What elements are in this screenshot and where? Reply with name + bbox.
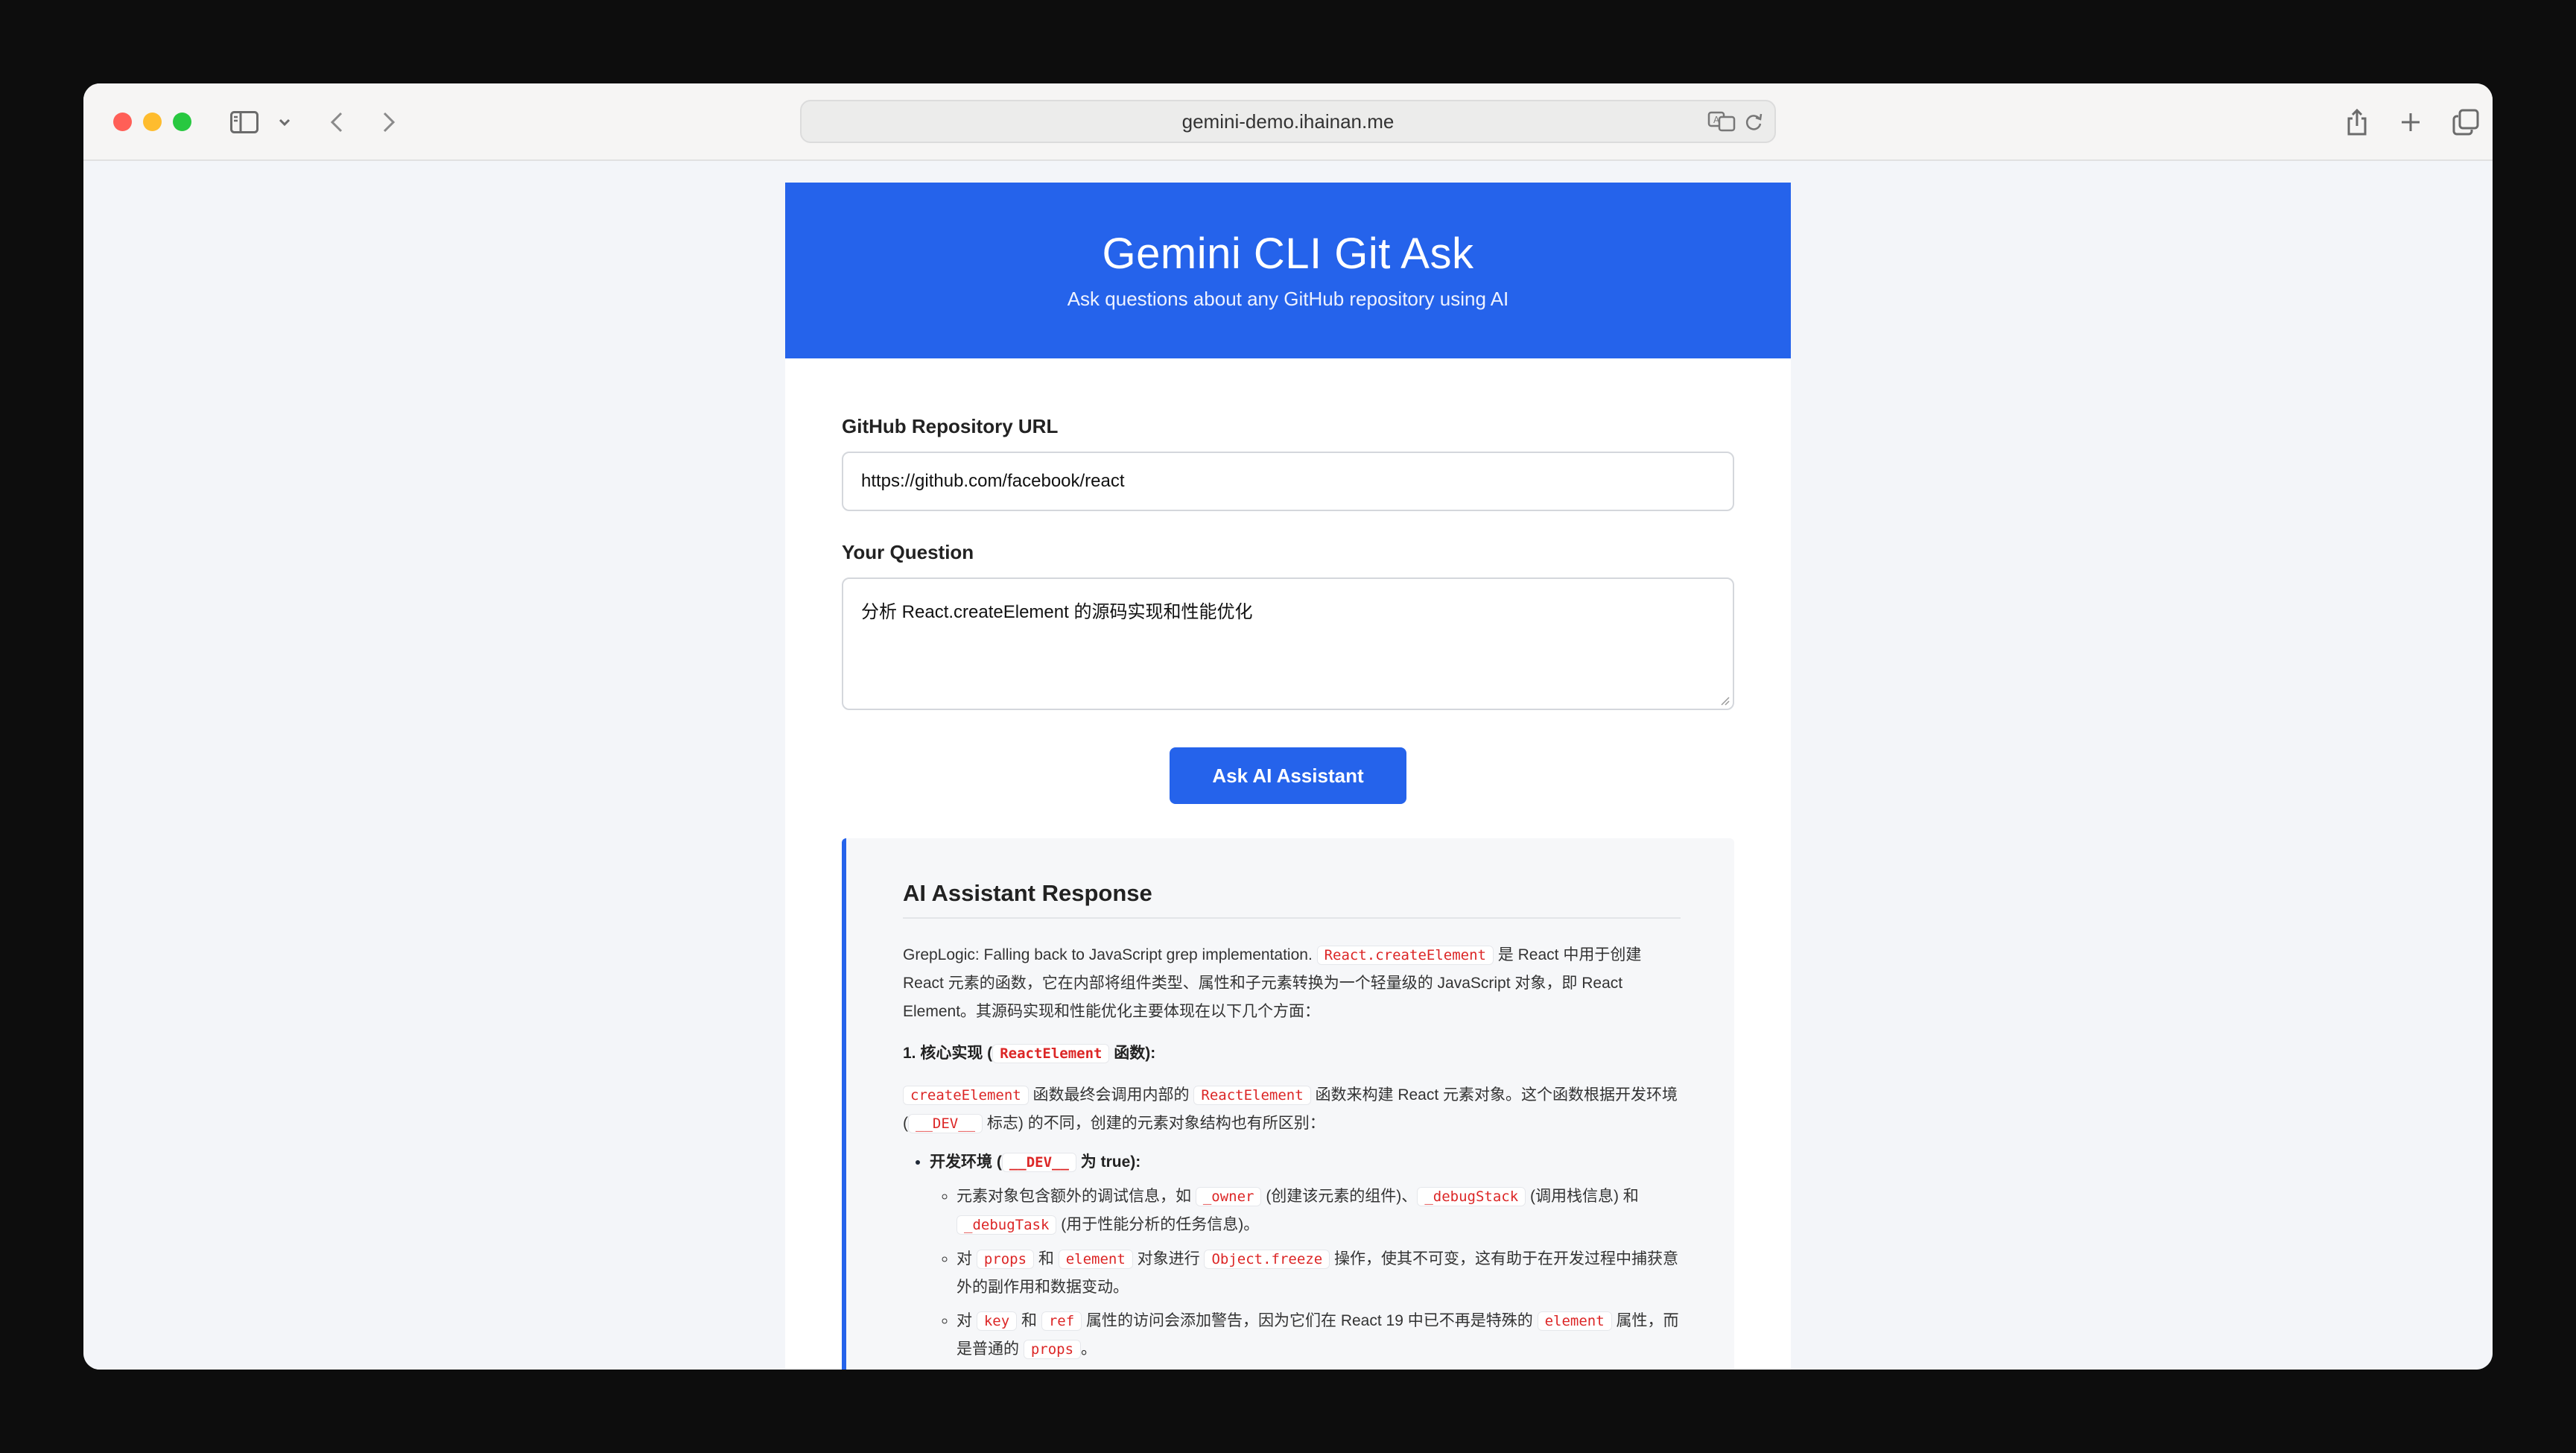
repo-url-input[interactable]: https://github.com/facebook/react	[842, 452, 1734, 511]
question-value: 分析 React.createElement 的源码实现和性能优化	[861, 602, 1253, 622]
page-viewport: Gemini CLI Git Ask Ask questions about a…	[83, 162, 2493, 1370]
inline-code: React.createElement	[1316, 946, 1494, 965]
browser-toolbar: gemini-demo.ihainan.me A	[83, 83, 2493, 161]
share-icon[interactable]	[2341, 106, 2373, 139]
address-bar[interactable]: gemini-demo.ihainan.me A	[800, 100, 1776, 143]
inline-code: element	[1058, 1250, 1133, 1269]
tabs-icon[interactable]	[2449, 106, 2482, 139]
app-subtitle: Ask questions about any GitHub repositor…	[1067, 288, 1509, 310]
list-item-dev-env: 开发环境 (__DEV__ 为 true): 元素对象包含额外的调试信息，如 _…	[930, 1148, 1681, 1364]
inline-code: props	[976, 1250, 1035, 1269]
close-window-button[interactable]	[113, 113, 132, 131]
inline-code: ReactElement	[1193, 1086, 1311, 1105]
inline-code: _owner	[1195, 1187, 1262, 1206]
inline-code: key	[976, 1311, 1018, 1331]
minimize-window-button[interactable]	[143, 113, 162, 131]
section-heading-core-impl: 1. 核心实现 (ReactElement 函数):	[903, 1044, 1156, 1063]
inline-code: _debugStack	[1417, 1187, 1526, 1206]
sub-list-item: 元素对象包含额外的调试信息，如 _owner (创建该元素的组件)、_debug…	[957, 1183, 1681, 1239]
response-paragraph: createElement 函数最终会调用内部的 ReactElement 函数…	[903, 1086, 1678, 1133]
url-text: gemini-demo.ihainan.me	[1181, 110, 1395, 133]
inline-code: _debugTask	[957, 1215, 1057, 1235]
response-intro: GrepLogic: Falling back to JavaScript gr…	[903, 946, 1642, 1020]
inline-code: ReactElement	[992, 1044, 1110, 1063]
inline-code: createElement	[903, 1086, 1029, 1105]
repo-url-value: https://github.com/facebook/react	[861, 471, 1125, 491]
forward-icon[interactable]	[372, 106, 405, 139]
reload-icon[interactable]	[1743, 110, 1764, 136]
app-title: Gemini CLI Git Ask	[1102, 229, 1474, 278]
translate-icon[interactable]: A	[1707, 110, 1736, 136]
svg-text:A: A	[1713, 115, 1720, 125]
question-label: Your Question	[842, 541, 974, 563]
inline-code: ref	[1041, 1311, 1082, 1331]
inline-code: __DEV__	[1001, 1153, 1076, 1172]
zoom-window-button[interactable]	[173, 113, 191, 131]
chevron-down-icon[interactable]	[268, 106, 301, 139]
plus-icon[interactable]	[2394, 106, 2427, 139]
sub-list-item: 对 props 和 element 对象进行 Object.freeze 操作，…	[957, 1245, 1681, 1301]
inline-code: props	[1023, 1340, 1082, 1359]
inline-code: element	[1537, 1311, 1612, 1331]
sidebar-icon[interactable]	[228, 106, 261, 139]
app-header: Gemini CLI Git Ask Ask questions about a…	[785, 183, 1791, 358]
resize-handle-icon[interactable]	[1719, 695, 1730, 706]
response-heading: AI Assistant Response	[903, 880, 1681, 919]
back-icon[interactable]	[320, 106, 353, 139]
repo-url-label: GitHub Repository URL	[842, 415, 1059, 437]
browser-window: gemini-demo.ihainan.me A Gemini CLI Git …	[83, 83, 2493, 1370]
ask-form: GitHub Repository URL https://github.com…	[785, 358, 1791, 1370]
ai-response-panel: AI Assistant Response GrepLogic: Falling…	[842, 838, 1734, 1370]
inline-code: Object.freeze	[1204, 1250, 1330, 1269]
inline-code: __DEV__	[908, 1114, 983, 1133]
response-list: 开发环境 (__DEV__ 为 true): 元素对象包含额外的调试信息，如 _…	[903, 1148, 1681, 1364]
question-textarea[interactable]: 分析 React.createElement 的源码实现和性能优化	[842, 577, 1734, 710]
ask-ai-button[interactable]: Ask AI Assistant	[1170, 747, 1406, 804]
app-card: Gemini CLI Git Ask Ask questions about a…	[785, 183, 1791, 1370]
sub-list-item: 对 key 和 ref 属性的访问会添加警告，因为它们在 React 19 中已…	[957, 1307, 1681, 1364]
